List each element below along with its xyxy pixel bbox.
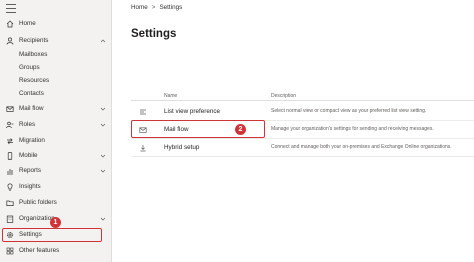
sidebar-item-label: Mobile (19, 152, 38, 159)
sidebar-item-label: Public folders (19, 199, 57, 206)
sidebar-item-label: Mailboxes (19, 51, 48, 58)
sidebar-item-label: Groups (19, 64, 40, 71)
header-divider (131, 100, 474, 101)
migration-icon (6, 137, 14, 145)
table-row[interactable]: Hybrid setup Connect and manage both you… (131, 139, 474, 157)
sidebar-subitem-contacts[interactable]: Contacts (0, 87, 112, 101)
home-icon (6, 20, 14, 28)
chevron-down-icon[interactable] (100, 122, 106, 128)
folder-icon (6, 199, 14, 207)
sidebar-item-label: Migration (19, 137, 45, 144)
chevron-up-icon[interactable] (100, 38, 106, 44)
sidebar-item-label: Resources (19, 77, 50, 84)
breadcrumb: Home > Settings (131, 4, 182, 11)
annotation-badge-1: 1 (50, 217, 61, 228)
breadcrumb-current: Settings (159, 4, 183, 11)
sidebar-item-home[interactable]: Home (0, 17, 112, 31)
insights-icon (6, 183, 14, 191)
reports-icon (6, 167, 14, 175)
mail-icon (6, 105, 14, 113)
sidebar-item-migration[interactable]: Migration (0, 134, 112, 148)
chevron-down-icon[interactable] (100, 153, 106, 159)
table-row[interactable]: List view preference Select normal view … (131, 103, 474, 121)
row-name[interactable]: Hybrid setup (164, 144, 199, 151)
sidebar-item-label: Contacts (19, 90, 44, 97)
sidebar-item-label: Roles (19, 121, 36, 128)
column-header-description[interactable]: Description (271, 93, 296, 99)
annotation-badge-2: 2 (235, 124, 246, 135)
sidebar-item-label: Recipients (19, 37, 49, 44)
sidebar-item-label: Mail flow (19, 105, 44, 112)
roles-icon (6, 121, 14, 129)
list-view-icon (139, 108, 147, 116)
sidebar-item-other-features[interactable]: Other features (0, 244, 112, 258)
chevron-right-icon: > (151, 4, 156, 11)
sidebar-item-label: Insights (19, 183, 41, 190)
sidebar-item-insights[interactable]: Insights (0, 180, 112, 194)
chevron-down-icon[interactable] (100, 168, 106, 174)
row-name[interactable]: List view preference (164, 108, 220, 115)
column-header-name[interactable]: Name (164, 93, 177, 99)
download-icon (139, 144, 147, 152)
chevron-down-icon[interactable] (100, 106, 106, 112)
hamburger-menu-icon[interactable] (6, 4, 16, 13)
sidebar-item-label: Other features (19, 247, 60, 254)
sidebar-subitem-groups[interactable]: Groups (0, 61, 112, 75)
grid-icon (6, 247, 14, 255)
sidebar-item-public-folders[interactable]: Public folders (0, 196, 112, 210)
page-title: Settings (131, 28, 177, 40)
row-description: Manage your organization's settings for … (271, 126, 434, 132)
organization-icon (6, 215, 14, 223)
sidebar-item-mobile[interactable]: Mobile (0, 149, 112, 163)
sidebar-item-mail-flow[interactable]: Mail flow (0, 102, 112, 116)
row-description: Select normal view or compact view as yo… (271, 108, 427, 114)
sidebar-item-recipients[interactable]: Recipients (0, 34, 112, 48)
sidebar-item-label: Reports (19, 167, 42, 174)
sidebar-item-reports[interactable]: Reports (0, 164, 112, 178)
person-icon (6, 37, 14, 45)
mobile-icon (6, 152, 14, 160)
chevron-down-icon[interactable] (100, 216, 106, 222)
sidebar-subitem-mailboxes[interactable]: Mailboxes (0, 48, 112, 62)
row-description: Connect and manage both your on-premises… (271, 144, 452, 150)
sidebar-subitem-resources[interactable]: Resources (0, 74, 112, 88)
settings-highlight-box (2, 228, 102, 242)
sidebar-item-roles[interactable]: Roles (0, 118, 112, 132)
breadcrumb-home-link[interactable]: Home (131, 4, 148, 11)
sidebar-item-label: Home (19, 20, 36, 27)
